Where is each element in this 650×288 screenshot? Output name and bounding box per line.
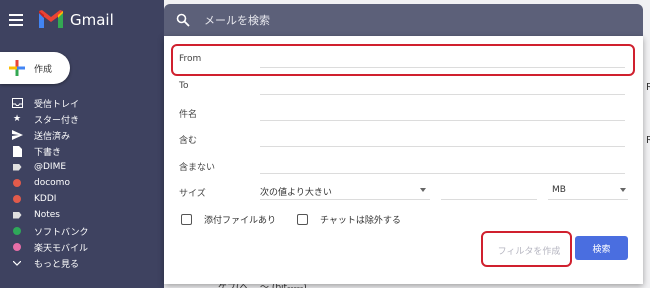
sidebar-item-sent[interactable]: 送信済み: [0, 127, 164, 143]
to-input[interactable]: [260, 94, 625, 95]
gmail-logo-icon: [39, 10, 63, 28]
sidebar-item-label: 楽天モバイル: [34, 243, 89, 254]
has-attachment-checkbox[interactable]: 添付ファイルあり: [181, 213, 276, 226]
sidebar-item-label: 送信済み: [34, 131, 71, 142]
exclude-chats-checkbox[interactable]: チャットは除外する: [297, 213, 401, 226]
sidebar-item-label: スター付き: [34, 115, 80, 126]
sidebar-item-label: ソフトバンク: [34, 227, 89, 238]
includes-label: 含む: [179, 136, 198, 146]
background-text: R: [646, 135, 650, 146]
chevron-down-icon[interactable]: [620, 188, 626, 192]
compose-button[interactable]: 作成: [0, 52, 70, 84]
sidebar-item-inbox[interactable]: 受信トレイ: [0, 95, 164, 111]
size-value-input[interactable]: [441, 199, 537, 200]
chevron-down-icon[interactable]: [420, 188, 426, 192]
send-icon: [10, 129, 24, 141]
sidebar-item-dime[interactable]: @DIME: [0, 159, 164, 175]
sidebar-item-softbank[interactable]: ソフトバンク: [0, 223, 164, 239]
search-icon[interactable]: [176, 13, 190, 27]
draft-icon: [10, 145, 24, 157]
checkbox-icon[interactable]: [297, 214, 308, 225]
excludes-label: 含まない: [179, 163, 216, 173]
subject-field[interactable]: 件名: [164, 100, 643, 126]
search-bar[interactable]: メールを検索: [164, 4, 643, 36]
includes-input[interactable]: [260, 146, 625, 147]
chevron-down-icon: [10, 257, 24, 269]
sidebar-item-kddi[interactable]: KDDI: [0, 191, 164, 207]
sidebar-item-label: Notes: [34, 210, 60, 220]
excludes-input[interactable]: [260, 173, 625, 174]
includes-field[interactable]: 含む: [164, 126, 643, 152]
sidebar-item-more[interactable]: もっと見る: [0, 255, 164, 271]
background-text: R: [646, 82, 650, 93]
sidebar-item-rakuten[interactable]: 楽天モバイル: [0, 239, 164, 255]
size-field: サイズ 次の値より大きい MB: [164, 179, 643, 205]
star-icon: ★: [12, 114, 22, 124]
sidebar-item-label: 下書き: [34, 147, 62, 158]
excludes-field[interactable]: 含まない: [164, 153, 643, 179]
sidebar-item-label: docomo: [34, 178, 70, 188]
to-field[interactable]: To: [164, 74, 643, 100]
main-menu-icon[interactable]: [9, 14, 23, 26]
size-unit-select[interactable]: MB: [552, 185, 566, 195]
sidebar-item-label: @DIME: [34, 162, 67, 172]
sidebar: 受信トレイ ★ スター付き 送信済み 下書き @DIME docomo KDDI…: [0, 95, 164, 271]
sidebar-item-label: KDDI: [34, 194, 57, 204]
sidebar-item-notes[interactable]: Notes: [0, 207, 164, 223]
compose-label: 作成: [34, 64, 53, 75]
from-highlight-box: [171, 44, 635, 76]
label-icon: [12, 211, 22, 219]
checkbox-icon[interactable]: [181, 214, 192, 225]
label-icon: [13, 227, 21, 235]
subject-input[interactable]: [260, 120, 625, 121]
search-button[interactable]: 検索: [575, 236, 628, 260]
advanced-search-panel: From To 件名 含む 含まない サイズ 次の値より大きい MB 添付ファイ…: [164, 36, 643, 284]
to-label: To: [179, 81, 189, 91]
create-filter-highlight-box: [481, 231, 572, 267]
label-icon: [13, 195, 21, 203]
sidebar-item-label: 受信トレイ: [34, 99, 80, 110]
subject-label: 件名: [179, 110, 198, 120]
sidebar-item-label: もっと見る: [34, 259, 80, 270]
search-input[interactable]: メールを検索: [204, 12, 270, 28]
label-icon: [13, 243, 21, 251]
inbox-icon: [10, 97, 24, 109]
label-icon: [13, 179, 21, 187]
has-attachment-label: 添付ファイルあり: [204, 216, 277, 226]
app-title: Gmail: [70, 11, 114, 29]
size-comparator-select[interactable]: 次の値より大きい: [260, 185, 332, 198]
sidebar-item-starred[interactable]: ★ スター付き: [0, 111, 164, 127]
sidebar-item-drafts[interactable]: 下書き: [0, 143, 164, 159]
label-icon: [12, 163, 22, 171]
sidebar-item-docomo[interactable]: docomo: [0, 175, 164, 191]
size-label: サイズ: [179, 189, 206, 199]
exclude-chats-label: チャットは除外する: [320, 216, 401, 226]
plus-icon: [9, 60, 25, 76]
